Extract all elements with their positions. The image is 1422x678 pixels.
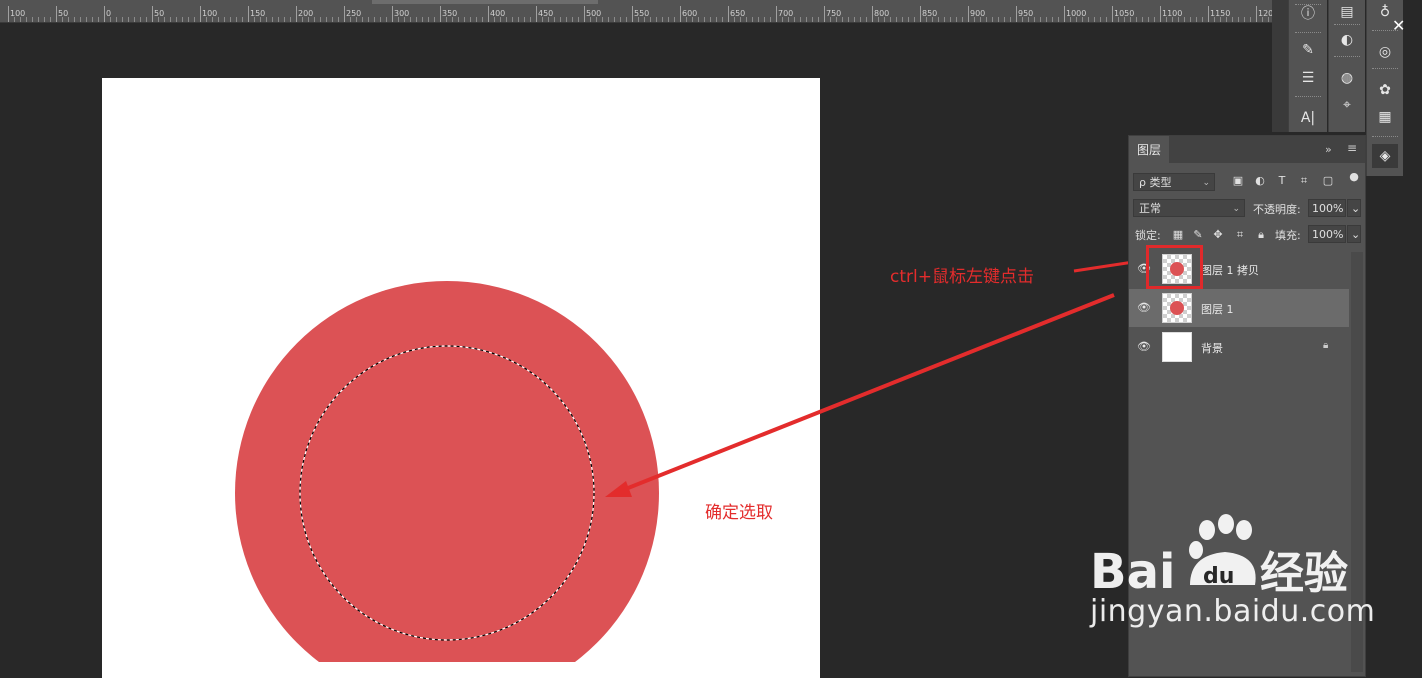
- panel-dock-column-2: ▤ ◐ ◍ ⌖: [1328, 0, 1365, 132]
- dock-grip[interactable]: [1334, 24, 1360, 27]
- red-circle-layer: [235, 281, 659, 662]
- dock-grip[interactable]: [1372, 136, 1398, 139]
- adjustments-icon[interactable]: ◐: [1334, 28, 1360, 52]
- layer-name[interactable]: 背景: [1201, 340, 1223, 356]
- filter-kind-label: ρ 类型: [1139, 176, 1172, 189]
- dock-grip[interactable]: [1295, 32, 1321, 35]
- fill-input[interactable]: 100%: [1308, 225, 1346, 243]
- adjust-sliders-icon[interactable]: ☰: [1295, 66, 1321, 90]
- filter-toggle-icon[interactable]: ●: [1347, 170, 1361, 183]
- fill-dropdown[interactable]: ⌄: [1347, 225, 1361, 243]
- layer-thumbnail[interactable]: [1162, 332, 1192, 362]
- lock-icon[interactable]: 🔒︎: [1323, 340, 1328, 351]
- chevron-down-icon: ⌄: [1232, 204, 1240, 214]
- chevron-down-icon: ⌄: [1351, 202, 1361, 215]
- lock-position-icon[interactable]: ✥: [1211, 228, 1225, 241]
- filter-pixel-icon[interactable]: ▣: [1231, 174, 1245, 187]
- fill-value: 100%: [1312, 228, 1344, 241]
- properties-icon[interactable]: ▤: [1334, 0, 1360, 24]
- brush-icon[interactable]: ✎: [1295, 38, 1321, 62]
- swatches-icon[interactable]: ✿: [1372, 78, 1398, 102]
- dock-grip[interactable]: [1334, 56, 1360, 59]
- chevron-down-icon: ⌄: [1351, 228, 1361, 241]
- arrow-to-selection: [617, 293, 1115, 494]
- lock-all-icon[interactable]: 🔒︎: [1254, 228, 1268, 242]
- opacity-input[interactable]: 100%: [1308, 199, 1346, 217]
- paths-icon[interactable]: ⌖: [1334, 93, 1360, 117]
- lock-pixels-icon[interactable]: ✎: [1191, 228, 1205, 241]
- tab-layers[interactable]: 图层: [1129, 136, 1169, 163]
- close-icon[interactable]: ✕: [1392, 18, 1405, 34]
- blend-mode-value: 正常: [1139, 202, 1161, 215]
- grid-icon[interactable]: ▦: [1372, 105, 1398, 129]
- panel-menu-button[interactable]: ≡: [1347, 141, 1357, 155]
- layer-name[interactable]: 图层 1 拷贝: [1201, 262, 1259, 278]
- watermark-text-du: du: [1203, 564, 1234, 589]
- channels-icon[interactable]: ◍: [1334, 66, 1360, 90]
- lock-transparent-icon[interactable]: ▦: [1171, 228, 1185, 241]
- eye-icon[interactable]: 👁︎: [1137, 301, 1151, 314]
- layer-row-selected[interactable]: 👁︎ 图层 1: [1129, 289, 1349, 327]
- filter-adjustment-icon[interactable]: ◐: [1253, 174, 1267, 187]
- chevron-down-icon: ⌄: [1202, 178, 1210, 188]
- click-instruction-annotation: ctrl+鼠标左键点击: [890, 267, 1034, 287]
- filter-smart-object-icon[interactable]: ▢: [1321, 174, 1335, 187]
- baidu-jingyan-watermark-logo: Bai du 经验: [1090, 514, 1348, 600]
- collapse-panel-button[interactable]: »: [1325, 143, 1332, 156]
- panel-dock-column-1: ⓘ ✎ ☰ A|: [1288, 0, 1327, 132]
- dock-grip[interactable]: [1295, 96, 1321, 99]
- confirm-selection-annotation: 确定选取: [705, 503, 773, 523]
- cc-libraries-icon[interactable]: ◎: [1372, 40, 1398, 64]
- opacity-value: 100%: [1312, 202, 1344, 215]
- fill-label: 填充:: [1275, 229, 1301, 242]
- dock-gutter: [1272, 0, 1288, 132]
- lock-artboard-icon[interactable]: ⌗: [1233, 228, 1247, 242]
- layer-row[interactable]: 👁︎ 背景 🔒︎: [1129, 328, 1349, 366]
- eye-icon[interactable]: 👁︎: [1137, 340, 1151, 353]
- filter-type-icon[interactable]: T: [1275, 174, 1289, 187]
- watermark-url: jingyan.baidu.com: [1090, 594, 1376, 629]
- layer-name[interactable]: 图层 1: [1201, 301, 1234, 317]
- blend-mode-select[interactable]: 正常 ⌄: [1133, 199, 1245, 217]
- lock-label: 锁定:: [1135, 229, 1161, 242]
- info-icon[interactable]: ⓘ: [1295, 2, 1321, 26]
- dock-grip[interactable]: [1372, 68, 1398, 71]
- character-icon[interactable]: A|: [1295, 106, 1321, 130]
- thumbnail-highlight-box: [1146, 245, 1203, 289]
- layer-thumbnail[interactable]: [1162, 293, 1192, 323]
- watermark-text-jingyan: 经验: [1260, 548, 1348, 599]
- opacity-label: 不透明度:: [1253, 203, 1301, 216]
- layers-icon[interactable]: ◈: [1372, 144, 1398, 168]
- layer-filter-select[interactable]: ρ 类型 ⌄: [1133, 173, 1215, 191]
- opacity-dropdown[interactable]: ⌄: [1347, 199, 1361, 217]
- panel-tab-bar: 图层 » ≡: [1129, 136, 1365, 163]
- filter-shape-icon[interactable]: ⌗: [1297, 174, 1311, 188]
- watermark-text-bai: Bai: [1090, 544, 1175, 600]
